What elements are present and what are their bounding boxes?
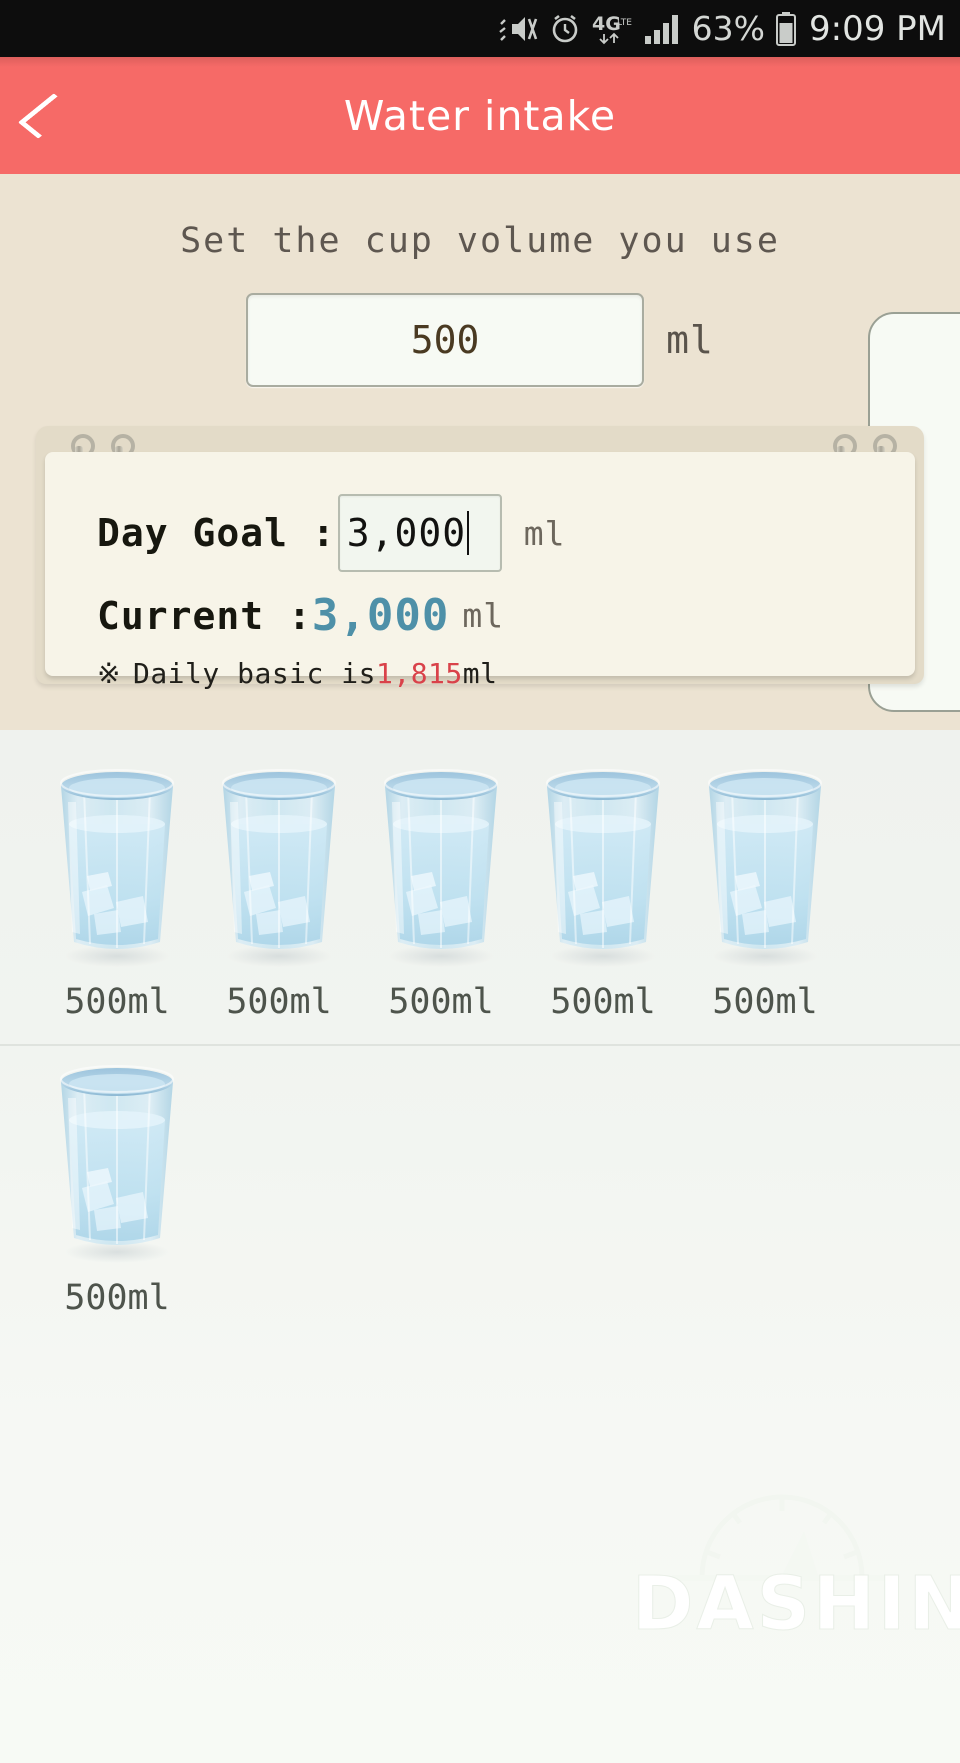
glass-item[interactable]: 500ml	[360, 766, 522, 1022]
cup-volume-label: Set the cup volume you use	[180, 221, 780, 261]
glass-grid: 500ml 500ml 500ml 500ml 500ml 500ml DASH…	[0, 730, 960, 1763]
signal-bars-icon	[642, 12, 682, 46]
glass-volume-label: 500ml	[64, 982, 170, 1022]
dashin-watermark: DASHIN	[632, 1457, 960, 1648]
water-glass-icon	[368, 766, 514, 968]
cup-volume-row: 500 ml	[0, 293, 960, 387]
glass-row-1: 500ml 500ml 500ml 500ml 500ml	[0, 730, 960, 1022]
4g-lte-icon: 4G LTE	[592, 12, 632, 46]
battery-icon	[775, 11, 797, 47]
mute-icon	[498, 13, 538, 45]
status-bar: 4G LTE 63% 9:09 PM	[0, 0, 960, 57]
water-glass-icon	[206, 766, 352, 968]
settings-panel: Set the cup volume you use 500 ml Day Go…	[0, 174, 960, 730]
watermark-text: DASHIN	[632, 1561, 960, 1648]
cup-volume-input[interactable]: 500	[246, 293, 645, 387]
page-title: Water intake	[343, 91, 617, 140]
day-goal-unit: ml	[523, 513, 566, 553]
note-prefix: Daily basic is	[132, 657, 376, 690]
glass-volume-label: 500ml	[712, 982, 818, 1022]
glass-item[interactable]: 500ml	[684, 766, 846, 1022]
glass-volume-label: 500ml	[388, 982, 494, 1022]
battery-percent-label: 63%	[691, 9, 765, 48]
back-button[interactable]	[0, 57, 92, 174]
day-goal-row: Day Goal : 3,000 ml	[97, 494, 915, 572]
water-glass-icon	[44, 766, 190, 968]
gauge-icon	[672, 1494, 892, 1581]
glass-volume-label: 500ml	[64, 1278, 170, 1318]
note-suffix: ml	[462, 657, 498, 690]
current-label: Current :	[97, 593, 312, 638]
water-glass-icon	[692, 766, 838, 968]
day-goal-label: Day Goal :	[97, 511, 336, 555]
glass-volume-label: 500ml	[226, 982, 332, 1022]
cup-volume-unit: ml	[666, 318, 714, 362]
daily-basic-note: ※ Daily basic is 1,815 ml	[97, 657, 915, 690]
water-glass-icon	[44, 1062, 190, 1264]
notepad-page: Day Goal : 3,000 ml Current : 3,000 ml ※…	[45, 452, 915, 690]
current-row: Current : 3,000 ml	[97, 590, 915, 641]
glass-row-2: 500ml	[0, 1022, 960, 1318]
current-unit: ml	[462, 596, 505, 635]
back-chevron-icon	[17, 92, 75, 139]
goal-notepad-card: Day Goal : 3,000 ml Current : 3,000 ml ※…	[36, 426, 924, 690]
glass-item[interactable]: 500ml	[522, 766, 684, 1022]
svg-text:LTE: LTE	[617, 18, 632, 28]
daily-basic-value: 1,815	[375, 657, 463, 690]
day-goal-value: 3,000	[346, 511, 467, 555]
water-glass-icon	[530, 766, 676, 968]
alarm-icon	[548, 12, 582, 46]
status-bar-clock: 9:09 PM	[809, 8, 946, 49]
glass-item[interactable]: 500ml	[36, 1062, 198, 1318]
glass-item[interactable]: 500ml	[36, 766, 198, 1022]
text-cursor	[467, 511, 470, 555]
note-marker-icon: ※	[97, 657, 121, 690]
app-header: Water intake	[0, 57, 960, 174]
glass-item[interactable]: 500ml	[198, 766, 360, 1022]
current-value: 3,000	[311, 590, 450, 641]
glass-volume-label: 500ml	[550, 982, 656, 1022]
day-goal-input[interactable]: 3,000	[337, 494, 502, 572]
